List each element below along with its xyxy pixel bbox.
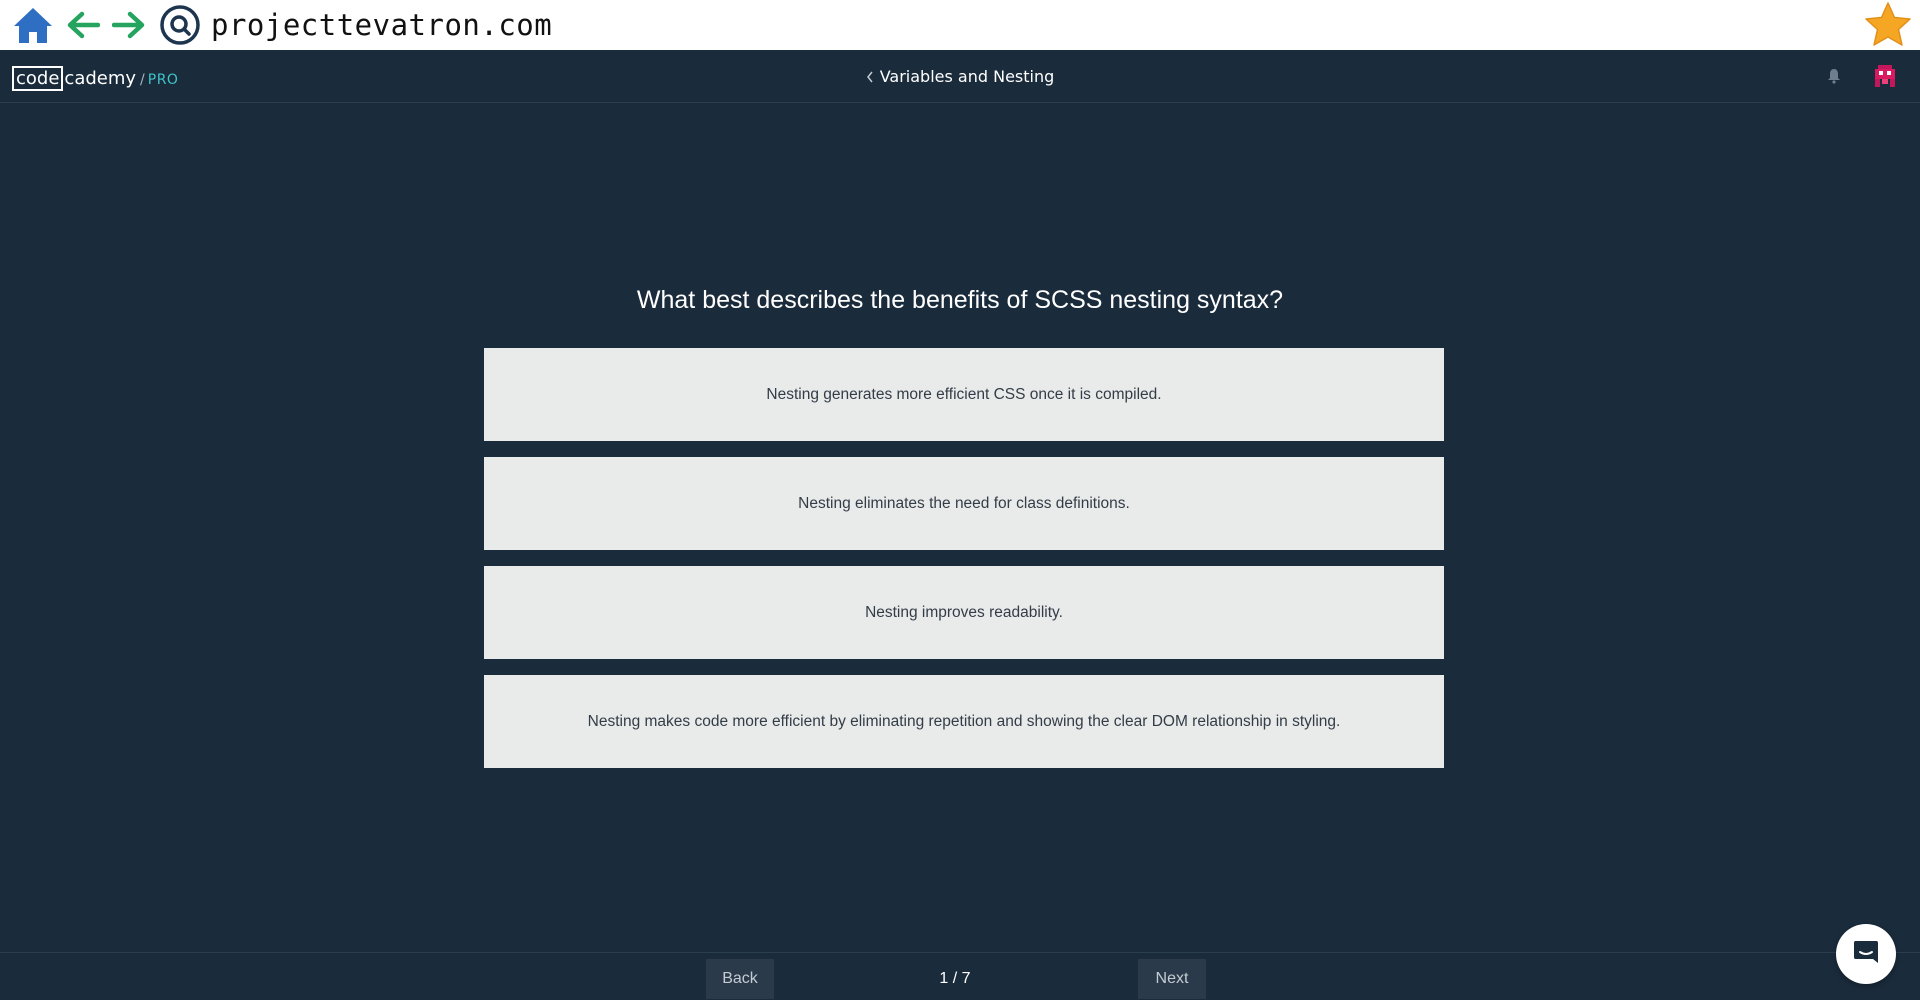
chevron-left-icon: [866, 71, 874, 83]
answer-option-2[interactable]: Nesting eliminates the need for class de…: [484, 457, 1444, 550]
search-icon[interactable]: [158, 0, 202, 50]
answer-option-3[interactable]: Nesting improves readability.: [484, 566, 1444, 659]
next-button[interactable]: Next: [1138, 959, 1206, 999]
quiz-footer: Back 1 / 7 Next: [0, 952, 1920, 1000]
chat-support-button[interactable]: [1836, 924, 1896, 984]
answer-options: Nesting generates more efficient CSS onc…: [484, 348, 1444, 784]
bell-icon[interactable]: [1826, 68, 1842, 88]
forward-arrow-icon[interactable]: [110, 0, 148, 50]
url-field[interactable]: projecttevatron.com: [211, 0, 552, 50]
chat-icon: [1851, 937, 1881, 971]
back-arrow-icon[interactable]: [64, 0, 102, 50]
lesson-title-link[interactable]: Variables and Nesting: [866, 67, 1055, 86]
app-window: code cademy / PRO Variables and Nesting: [0, 50, 1920, 1000]
answer-option-1[interactable]: Nesting generates more efficient CSS onc…: [484, 348, 1444, 441]
quiz-question: What best describes the benefits of SCSS…: [636, 286, 1284, 314]
back-button[interactable]: Back: [706, 959, 774, 999]
page-indicator: 1 / 7: [939, 970, 971, 987]
user-avatar[interactable]: [1872, 63, 1898, 89]
star-icon[interactable]: [1862, 0, 1914, 50]
browser-bar: projecttevatron.com: [0, 0, 1920, 50]
lesson-title-bar: Variables and Nesting: [0, 50, 1920, 103]
app-header: code cademy / PRO Variables and Nesting: [0, 50, 1920, 103]
answer-option-4[interactable]: Nesting makes code more efficient by eli…: [484, 675, 1444, 768]
lesson-title: Variables and Nesting: [879, 67, 1055, 86]
home-icon[interactable]: [10, 0, 56, 50]
